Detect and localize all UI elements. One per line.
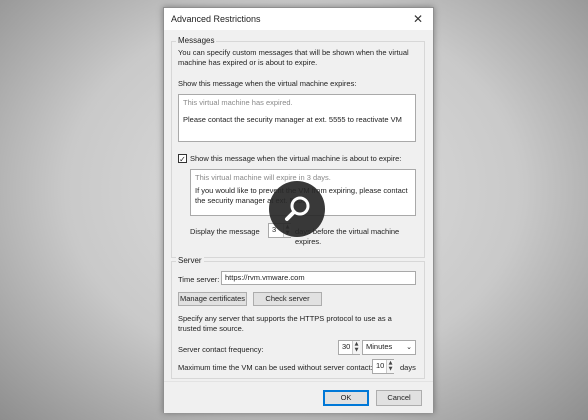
about-to-expire-label: Show this message when the virtual machi… bbox=[190, 154, 402, 163]
display-message-prefix: Display the message bbox=[190, 227, 260, 236]
check-server-label: Check server bbox=[265, 294, 310, 303]
expires-message-field[interactable]: This virtual machine has expired. Please… bbox=[178, 94, 416, 142]
time-server-value: https://rvm.vmware.com bbox=[225, 273, 305, 282]
title-bar: Advanced Restrictions ✕ bbox=[164, 8, 433, 30]
about-to-expire-checkbox[interactable]: ✓ bbox=[178, 154, 187, 164]
max-time-spinner[interactable]: ▲ ▼ bbox=[386, 360, 394, 373]
manage-certificates-label: Manage certificates bbox=[179, 294, 246, 303]
search-icon bbox=[285, 196, 310, 221]
check-server-button[interactable]: Check server bbox=[253, 292, 322, 306]
ok-button[interactable]: OK bbox=[323, 390, 369, 406]
frequency-spinner[interactable]: ▲ ▼ bbox=[352, 341, 360, 354]
messages-group-label: Messages bbox=[176, 36, 217, 45]
time-server-input[interactable]: https://rvm.vmware.com bbox=[221, 271, 416, 285]
cancel-label: Cancel bbox=[387, 393, 411, 402]
max-time-value: 10 bbox=[376, 361, 385, 370]
dialog-footer: OK Cancel bbox=[164, 381, 433, 413]
max-time-label: Maximum time the VM can be used without … bbox=[178, 363, 373, 372]
server-note: Specify any server that supports the HTT… bbox=[178, 314, 392, 333]
time-server-label: Time server: bbox=[178, 275, 220, 284]
frequency-value: 30 bbox=[342, 342, 351, 351]
expires-label: Show this message when the virtual machi… bbox=[178, 79, 357, 88]
expires-message-line2: Please contact the security manager at e… bbox=[183, 115, 402, 124]
chevron-down-icon: ⌄ bbox=[406, 343, 412, 351]
cancel-button[interactable]: Cancel bbox=[376, 390, 422, 406]
dialog-title: Advanced Restrictions bbox=[171, 14, 261, 24]
zoom-overlay-button[interactable] bbox=[269, 181, 325, 237]
messages-description: You can specify custom messages that wil… bbox=[178, 48, 409, 67]
frequency-unit-value: Minutes bbox=[366, 342, 393, 351]
expires-message-line1: This virtual machine has expired. bbox=[183, 98, 293, 107]
ok-label: OK bbox=[340, 393, 352, 402]
frequency-label: Server contact frequency: bbox=[178, 345, 264, 354]
server-group-label: Server bbox=[176, 256, 204, 265]
frequency-unit-select[interactable]: Minutes ⌄ bbox=[362, 340, 416, 355]
max-time-unit: days bbox=[400, 363, 416, 372]
server-group: Server Time server: https://rvm.vmware.c… bbox=[171, 256, 425, 379]
close-icon[interactable]: ✕ bbox=[409, 10, 427, 28]
manage-certificates-button[interactable]: Manage certificates bbox=[178, 292, 247, 306]
